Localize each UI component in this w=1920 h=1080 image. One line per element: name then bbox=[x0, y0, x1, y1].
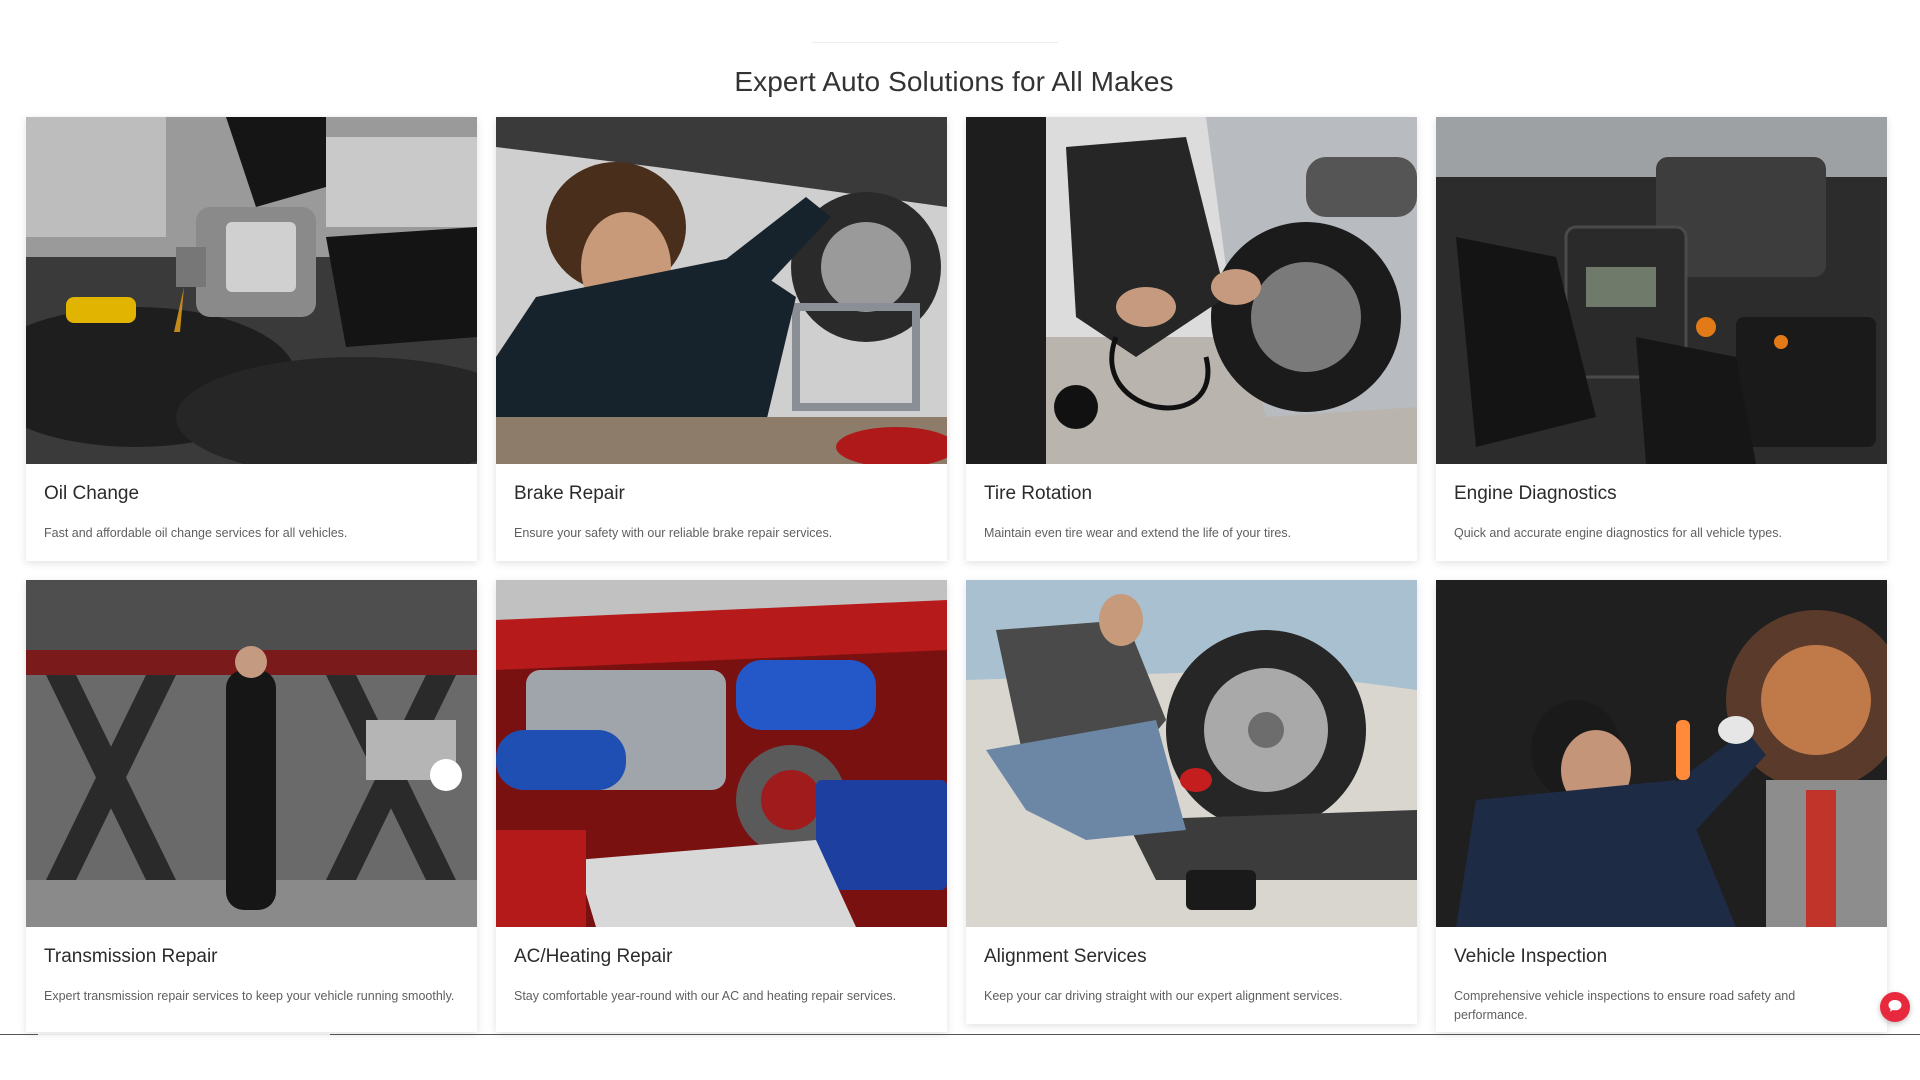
service-title: Oil Change bbox=[44, 483, 140, 504]
service-card-alignment-services[interactable]: Alignment Services Keep your car driving… bbox=[966, 580, 1417, 1024]
ac-heating-repair-photo bbox=[496, 580, 947, 927]
transmission-repair-photo bbox=[26, 580, 477, 927]
alignment-services-photo bbox=[966, 580, 1417, 927]
chat-button[interactable] bbox=[1880, 992, 1910, 1022]
service-card-tire-rotation[interactable]: Tire Rotation Maintain even tire wear an… bbox=[966, 117, 1417, 561]
service-card-ac-heating-repair[interactable]: AC/Heating Repair Stay comfortable year-… bbox=[496, 580, 947, 1032]
service-title: Engine Diagnostics bbox=[1454, 483, 1617, 504]
services-grid: Oil Change Fast and affordable oil chang… bbox=[26, 117, 1887, 1032]
service-description: Comprehensive vehicle inspections to ens… bbox=[1454, 989, 1796, 1022]
service-title: Transmission Repair bbox=[44, 946, 218, 967]
service-card-transmission-repair[interactable]: Transmission Repair Expert transmission … bbox=[26, 580, 477, 1032]
vehicle-inspection-photo bbox=[1436, 580, 1887, 927]
brake-repair-photo bbox=[496, 117, 947, 464]
service-description: Quick and accurate engine diagnostics fo… bbox=[1454, 526, 1782, 540]
engine-diagnostics-photo bbox=[1436, 117, 1887, 464]
oil-change-photo bbox=[26, 117, 477, 464]
service-description: Fast and affordable oil change services … bbox=[44, 526, 348, 540]
chat-bubble-icon bbox=[1887, 998, 1903, 1017]
service-description: Keep your car driving straight with our … bbox=[984, 989, 1343, 1003]
service-card-vehicle-inspection[interactable]: Vehicle Inspection Comprehensive vehicle… bbox=[1436, 580, 1887, 1032]
services-page: Expert Auto Solutions for All Makes Oil … bbox=[0, 0, 1920, 1080]
service-description: Stay comfortable year-round with our AC … bbox=[514, 989, 897, 1003]
service-card-brake-repair[interactable]: Brake Repair Ensure your safety with our… bbox=[496, 117, 947, 561]
service-title: Brake Repair bbox=[514, 483, 625, 504]
service-title: Tire Rotation bbox=[984, 483, 1093, 504]
service-title: Vehicle Inspection bbox=[1454, 946, 1608, 967]
bottom-rule-highlight bbox=[38, 1034, 330, 1035]
top-divider bbox=[812, 42, 1058, 43]
service-description: Ensure your safety with our reliable bra… bbox=[514, 526, 833, 540]
tire-rotation-photo bbox=[966, 117, 1417, 464]
service-description: Expert transmission repair services to k… bbox=[44, 989, 455, 1003]
service-card-engine-diagnostics[interactable]: Engine Diagnostics Quick and accurate en… bbox=[1436, 117, 1887, 561]
service-card-oil-change[interactable]: Oil Change Fast and affordable oil chang… bbox=[26, 117, 477, 561]
service-title: AC/Heating Repair bbox=[514, 946, 673, 967]
service-title: Alignment Services bbox=[984, 946, 1147, 967]
service-description: Maintain even tire wear and extend the l… bbox=[984, 526, 1292, 540]
section-title: Expert Auto Solutions for All Makes bbox=[734, 66, 1174, 97]
